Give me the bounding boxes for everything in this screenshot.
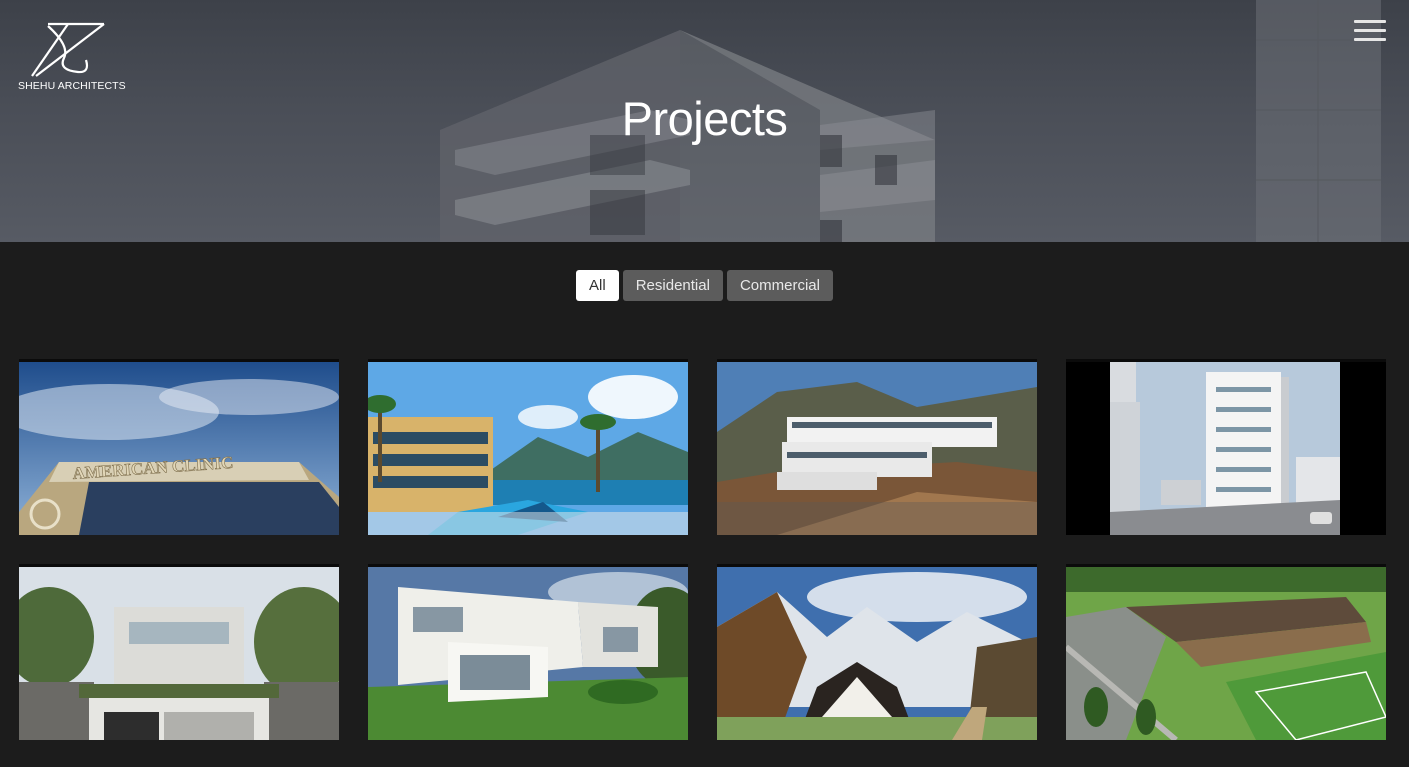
project-thumbnail-image bbox=[368, 362, 688, 535]
project-tile[interactable] bbox=[368, 564, 688, 740]
project-tile[interactable] bbox=[1066, 359, 1386, 535]
project-tile[interactable] bbox=[19, 564, 339, 740]
project-thumbnail-image: AMERICAN CLINIC bbox=[19, 362, 339, 535]
project-filters: All Residential Commercial bbox=[0, 270, 1409, 301]
project-thumbnail-image bbox=[368, 567, 688, 740]
project-tile[interactable] bbox=[1066, 564, 1386, 740]
project-thumbnail-image bbox=[19, 567, 339, 740]
logo[interactable]: SHEHU ARCHITECTS bbox=[18, 20, 128, 92]
hamburger-menu-button[interactable] bbox=[1354, 20, 1386, 42]
filter-commercial-button[interactable]: Commercial bbox=[726, 270, 833, 301]
project-thumbnail-image bbox=[1066, 567, 1386, 740]
project-thumbnail-image bbox=[1066, 362, 1386, 535]
logo-mark-icon bbox=[31, 22, 105, 77]
filter-residential-button[interactable]: Residential bbox=[622, 270, 723, 301]
project-tile[interactable] bbox=[368, 359, 688, 535]
project-tile[interactable]: AMERICAN CLINIC bbox=[19, 359, 339, 535]
project-thumbnail-image bbox=[717, 567, 1037, 740]
project-tile[interactable] bbox=[717, 359, 1037, 535]
hero-banner: SHEHU ARCHITECTS Projects bbox=[0, 0, 1409, 242]
project-tile[interactable] bbox=[717, 564, 1037, 740]
page-title: Projects bbox=[621, 92, 788, 145]
hamburger-icon bbox=[1354, 20, 1386, 23]
filter-all-button[interactable]: All bbox=[576, 270, 619, 301]
project-thumbnail-image bbox=[717, 362, 1037, 535]
